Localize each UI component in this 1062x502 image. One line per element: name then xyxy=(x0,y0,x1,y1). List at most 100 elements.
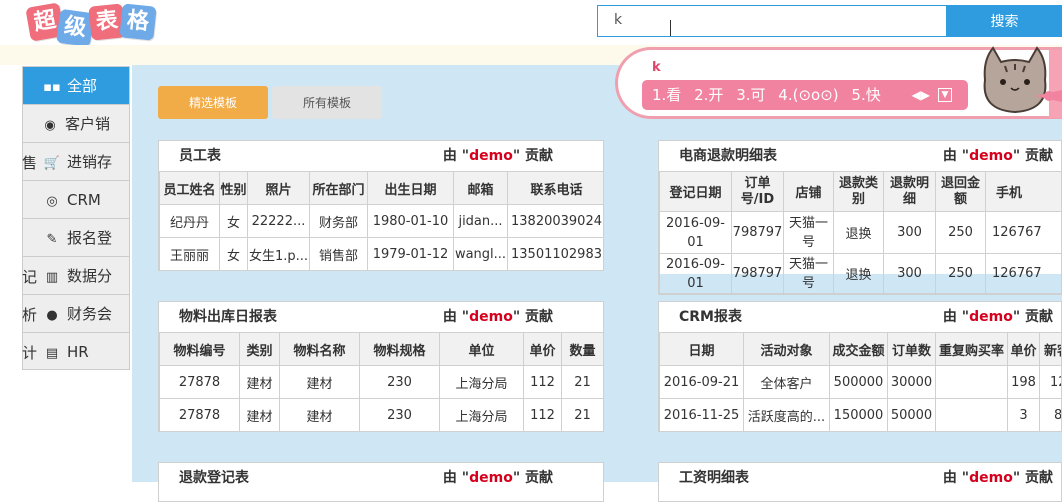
table-cell: 1980-01-10 xyxy=(368,205,454,238)
table-cell: 8 xyxy=(1040,399,1062,432)
logo-char: 格 xyxy=(119,3,156,40)
search-button[interactable]: 搜索 xyxy=(947,5,1062,37)
ime-candidate[interactable]: 4.(⊙o⊙) xyxy=(778,86,838,104)
table-cell: 上海分局 xyxy=(440,399,524,432)
card-title: 员工表 xyxy=(179,148,221,164)
bar-chart-icon: ▥ xyxy=(43,259,61,297)
template-card-salary[interactable]: 工资明细表 由 "demo" 贡献 xyxy=(658,462,1062,502)
table-cell: 126767 xyxy=(986,254,1062,294)
table-header-row: 日期活动对象成交金额订单数重复购买率单价新客 xyxy=(660,333,1062,366)
column-header: 登记日期 xyxy=(660,172,732,212)
table-cell: 2016-09-01 xyxy=(660,254,732,294)
column-header: 手机 xyxy=(986,172,1062,212)
sidebar-overflow-text: 记 xyxy=(22,266,37,287)
sidebar-item-label: 进销存 xyxy=(67,153,112,171)
table-cell: 天猫一号 xyxy=(784,254,834,294)
sidebar-item-customer-sales[interactable]: ◉客户销 xyxy=(23,105,129,143)
card-table: 员工姓名性别照片所在部门出生日期邮箱联系电话 纪丹丹女22222...财务部19… xyxy=(159,171,604,271)
ime-candidate[interactable]: 2.开 xyxy=(694,86,723,104)
sidebar-item-finance[interactable]: ● 财务会 xyxy=(23,295,129,333)
column-header: 活动对象 xyxy=(744,333,830,366)
table-row: 王丽丽女女生1.p...销售部1979-01-12wangl...1350110… xyxy=(160,238,605,271)
page-arrows-icon[interactable]: ◀▶ xyxy=(912,80,930,110)
table-cell: 3 xyxy=(1008,399,1040,432)
sidebar-item-registration[interactable]: ✎报名登 xyxy=(23,219,129,257)
table-cell: 女 xyxy=(220,238,248,271)
table-header-row: 登记日期订单号/ID店铺退款类别退款明细退回金额手机 xyxy=(660,172,1062,212)
column-header: 出生日期 xyxy=(368,172,454,205)
table-row: 2016-11-25活跃度高的...1500005000038 xyxy=(660,399,1062,432)
sidebar-item-all[interactable]: ▪▪全部 xyxy=(23,67,129,105)
column-header: 单价 xyxy=(1008,333,1040,366)
card-header: 员工表 由 "demo" 贡献 xyxy=(159,141,603,171)
table-row: 2016-09-01798797天猫一号退换300250126767 xyxy=(660,212,1062,254)
tab-all-templates[interactable]: 所有模板 xyxy=(272,86,382,119)
ime-candidate[interactable]: 5.快 xyxy=(851,86,880,104)
sidebar-item-label: CRM xyxy=(67,191,101,209)
card-title: 退款登记表 xyxy=(179,470,249,486)
table-cell: 女生1.p... xyxy=(248,238,310,271)
column-header: 订单数 xyxy=(888,333,936,366)
column-header: 退回金额 xyxy=(936,172,986,212)
table-cell: 13501102983 xyxy=(508,238,605,271)
money-bag-icon: ● xyxy=(43,297,61,335)
table-row: 27878建材建材230上海分局11221 xyxy=(160,366,604,399)
table-cell: 150000 xyxy=(830,399,888,432)
template-card-crm[interactable]: CRM报表 由 "demo" 贡献 日期活动对象成交金额订单数重复购买率单价新客… xyxy=(658,301,1062,432)
table-cell: 112 xyxy=(524,399,562,432)
column-header: 员工姓名 xyxy=(160,172,220,205)
template-card-material[interactable]: 物料出库日报表 由 "demo" 贡献 物料编号类别物料名称物料规格单位单价数量… xyxy=(158,301,604,432)
table-cell: 21 xyxy=(562,399,604,432)
sidebar-item-inventory[interactable]: 🛒进销存 xyxy=(23,143,129,181)
sidebar-item-crm[interactable]: ◎ CRM xyxy=(23,181,129,219)
card-table: 物料编号类别物料名称物料规格单位单价数量 27878建材建材230上海分局112… xyxy=(159,332,604,432)
ime-candidate[interactable]: 1.看 xyxy=(652,86,681,104)
contributor-label: 由 "demo" 贡献 xyxy=(943,141,1053,171)
sidebar-item-data-analysis[interactable]: ▥数据分 xyxy=(23,257,129,295)
table-cell: 2016-09-21 xyxy=(660,366,744,399)
card-title: 工资明细表 xyxy=(679,470,749,486)
crm-icon: ◎ xyxy=(43,183,61,221)
search-input[interactable]: k xyxy=(597,5,947,37)
table-header-row: 员工姓名性别照片所在部门出生日期邮箱联系电话 xyxy=(160,172,605,205)
ime-candidate[interactable]: 3.可 xyxy=(736,86,765,104)
template-card-refund-registration[interactable]: 退款登记表 由 "demo" 贡献 xyxy=(158,462,604,502)
chevron-down-icon[interactable]: ▼ xyxy=(938,88,952,102)
table-cell: 建材 xyxy=(240,366,280,399)
table-cell: 12 xyxy=(1040,366,1062,399)
table-cell: 建材 xyxy=(240,399,280,432)
sidebar-item-hr[interactable]: ▤HR xyxy=(23,333,129,371)
table-cell: 250 xyxy=(936,212,986,254)
contributor-label: 由 "demo" 贡献 xyxy=(443,463,553,493)
sidebar-overflow-text: 计 xyxy=(22,342,37,363)
table-cell: 21 xyxy=(562,366,604,399)
card-header: 物料出库日报表 由 "demo" 贡献 xyxy=(159,302,603,332)
sidebar-overflow-text: 析 xyxy=(22,304,37,325)
logo[interactable]: 超 级 表 格 xyxy=(28,5,152,39)
table-row: 纪丹丹女22222...财务部1980-01-10jidan...1382003… xyxy=(160,205,605,238)
table-cell: 500000 xyxy=(830,366,888,399)
tab-featured-templates[interactable]: 精选模板 xyxy=(158,86,268,119)
table-cell: jidan... xyxy=(454,205,508,238)
column-header: 退款明细 xyxy=(884,172,936,212)
contributor-label: 由 "demo" 贡献 xyxy=(943,463,1053,493)
sidebar-item-label: 财务会 xyxy=(67,305,112,323)
table-cell: 230 xyxy=(360,366,440,399)
table-cell: 27878 xyxy=(160,366,240,399)
template-card-employee[interactable]: 员工表 由 "demo" 贡献 员工姓名性别照片所在部门出生日期邮箱联系电话 纪… xyxy=(158,140,604,271)
contributor-label: 由 "demo" 贡献 xyxy=(443,141,553,171)
template-card-refund[interactable]: 电商退款明细表 由 "demo" 贡献 登记日期订单号/ID店铺退款类别退款明细… xyxy=(658,140,1062,295)
sidebar-overflow-text: 售 xyxy=(22,152,37,173)
column-header: 重复购买率 xyxy=(936,333,1008,366)
table-cell: 天猫一号 xyxy=(784,212,834,254)
column-header: 类别 xyxy=(240,333,280,366)
table-cell: 上海分局 xyxy=(440,366,524,399)
column-header: 物料规格 xyxy=(360,333,440,366)
table-row: 2016-09-21全体客户5000003000019812 xyxy=(660,366,1062,399)
table-cell: 纪丹丹 xyxy=(160,205,220,238)
column-header: 照片 xyxy=(248,172,310,205)
column-header: 日期 xyxy=(660,333,744,366)
column-header: 物料名称 xyxy=(280,333,360,366)
table-cell: 300 xyxy=(884,254,936,294)
card-header: 工资明细表 由 "demo" 贡献 xyxy=(659,463,1061,493)
